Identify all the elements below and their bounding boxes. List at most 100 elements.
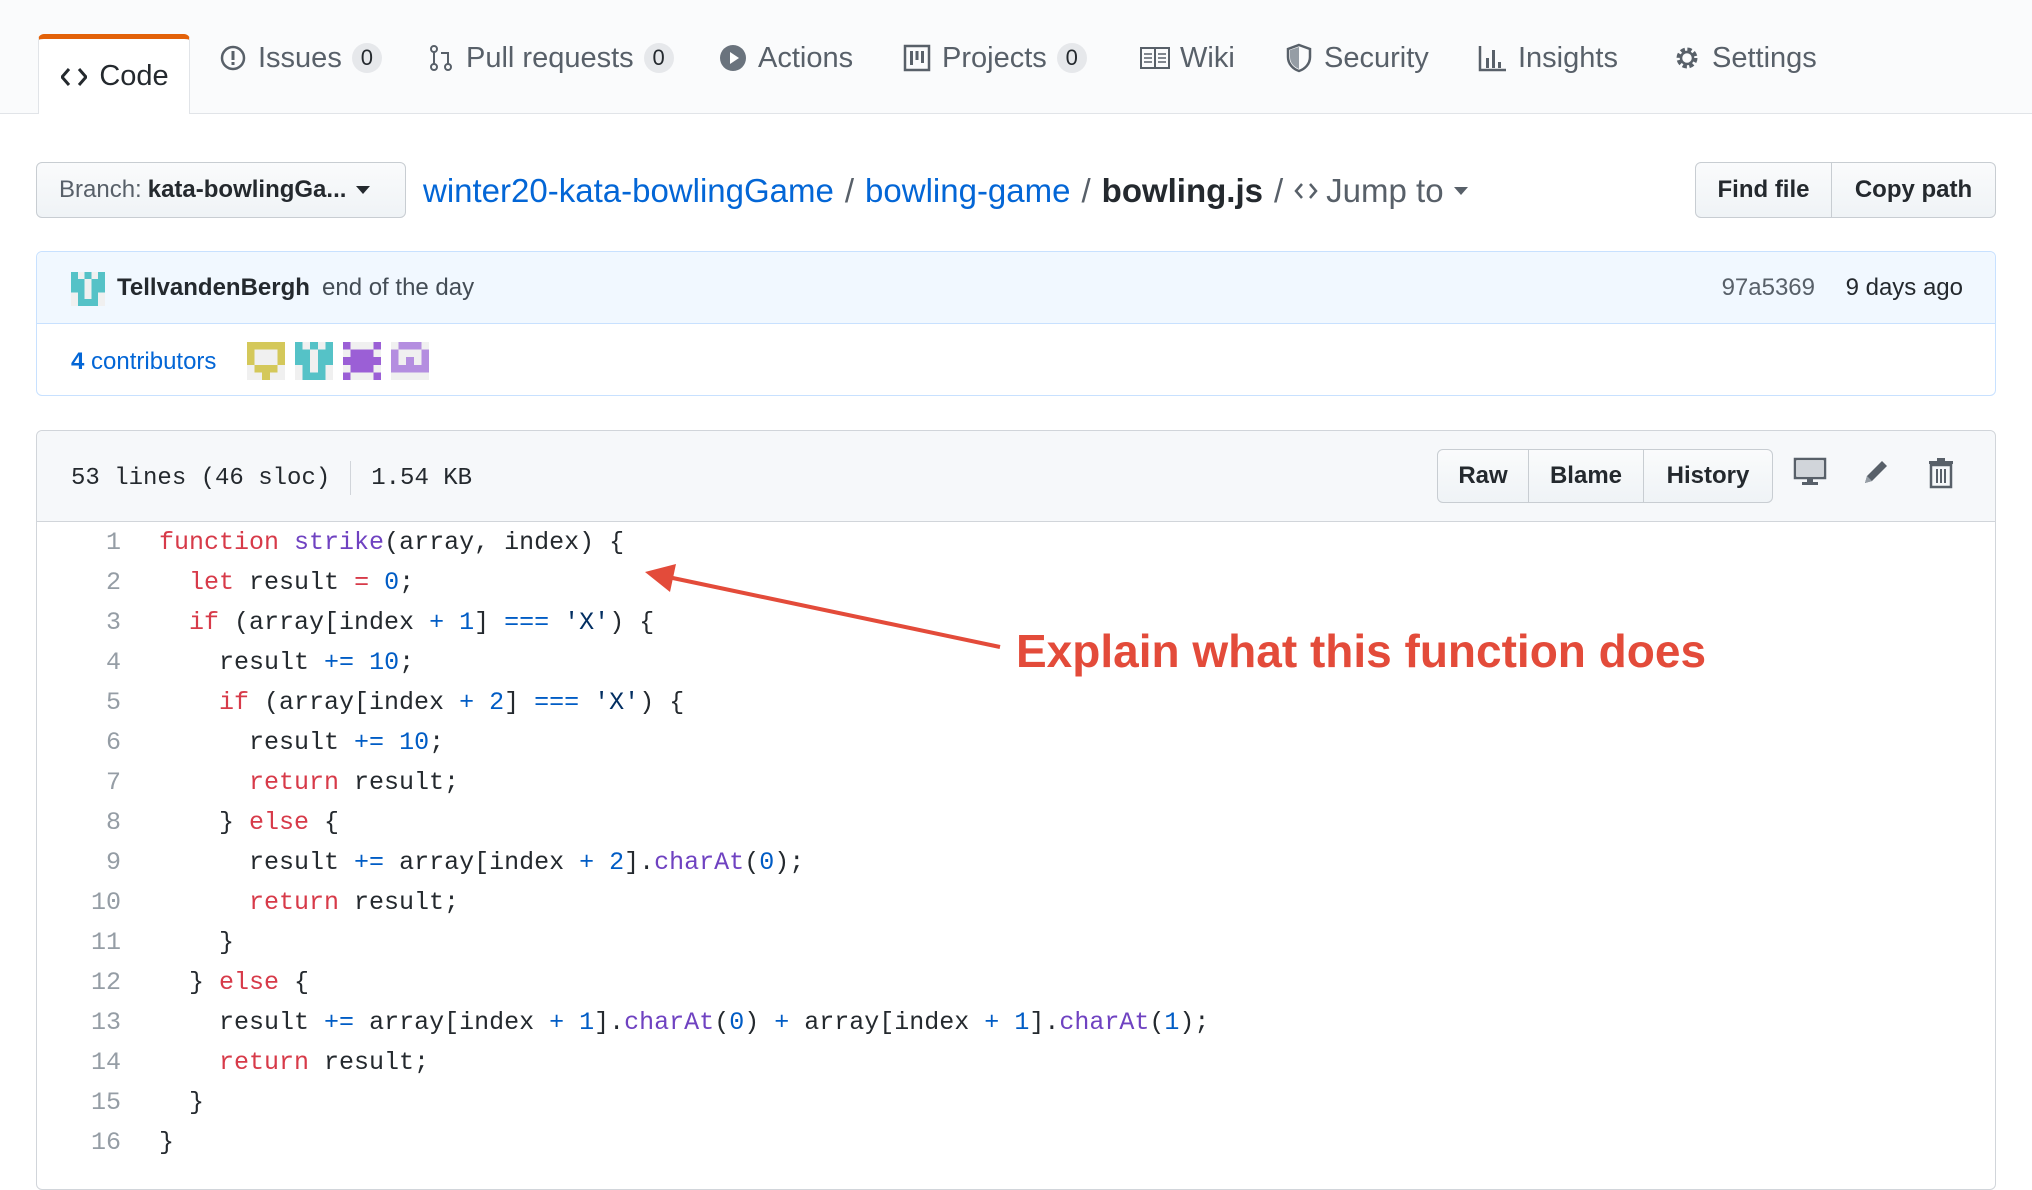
- gear-icon: [1672, 43, 1702, 73]
- commit-sha[interactable]: 97a5369: [1722, 274, 1815, 302]
- desktop-icon[interactable]: [1793, 457, 1827, 492]
- line-number[interactable]: 16: [37, 1128, 121, 1157]
- history-button[interactable]: History: [1644, 449, 1773, 503]
- file-nav-buttons: Find file Copy path: [1695, 162, 1996, 218]
- tab-actions[interactable]: Actions: [718, 38, 853, 78]
- avatar[interactable]: [391, 342, 429, 380]
- line-number[interactable]: 2: [37, 568, 121, 597]
- line-number[interactable]: 7: [37, 768, 121, 797]
- jump-to-menu[interactable]: Jump to: [1294, 172, 1468, 210]
- code-text: result += 10;: [249, 728, 445, 757]
- commit-tease: TellvandenBergh end of the day 97a5369 9…: [36, 251, 1996, 396]
- graph-icon: [1478, 43, 1508, 73]
- copy-path-button[interactable]: Copy path: [1832, 162, 1996, 218]
- tab-pull-requests[interactable]: Pull requests 0: [426, 38, 674, 78]
- contributors-link[interactable]: 4 contributors: [71, 348, 216, 376]
- code-icon: [59, 62, 89, 92]
- code-line: 16}: [37, 1122, 1995, 1162]
- code-line: 10 return result;: [37, 882, 1995, 922]
- raw-button[interactable]: Raw: [1437, 449, 1529, 503]
- line-number[interactable]: 5: [37, 688, 121, 717]
- code-text: if (array[index + 2] === 'X') {: [219, 688, 685, 717]
- issue-icon: [218, 43, 248, 73]
- code-line: 2 let result = 0;: [37, 562, 1995, 602]
- breadcrumb-file-name: bowling.js: [1101, 172, 1263, 209]
- code-icon: [1294, 183, 1318, 199]
- code-text: result += 10;: [219, 648, 415, 677]
- code-text: result += array[index + 1].charAt(0) + a…: [219, 1008, 1210, 1037]
- tab-insights[interactable]: Insights: [1478, 38, 1618, 78]
- tab-label: Actions: [758, 41, 854, 74]
- commit-message[interactable]: end of the day: [322, 274, 474, 302]
- project-icon: [902, 43, 932, 73]
- code-line: 13 result += array[index + 1].charAt(0) …: [37, 1002, 1995, 1042]
- play-icon: [718, 43, 748, 73]
- line-number[interactable]: 3: [37, 608, 121, 637]
- code-text: return result;: [249, 768, 460, 797]
- avatar[interactable]: [247, 342, 285, 380]
- shield-icon: [1284, 43, 1314, 73]
- breadcrumb: winter20-kata-bowlingGame / bowling-game…: [423, 168, 1468, 214]
- breadcrumb-separator: /: [1273, 172, 1284, 209]
- code-line: 9 result += array[index + 2].charAt(0);: [37, 842, 1995, 882]
- file-size: 1.54 KB: [371, 464, 473, 492]
- avatar[interactable]: [295, 342, 333, 380]
- code-text: result += array[index + 2].charAt(0);: [249, 848, 805, 877]
- code-text: } else {: [189, 968, 310, 997]
- breadcrumb-folder-link[interactable]: bowling-game: [865, 172, 1070, 210]
- tab-settings[interactable]: Settings: [1672, 38, 1817, 78]
- trash-icon[interactable]: [1927, 457, 1955, 494]
- code-text: return result;: [219, 1048, 430, 1077]
- blame-button[interactable]: Blame: [1529, 449, 1644, 503]
- tab-projects[interactable]: Projects 0: [902, 38, 1087, 78]
- tab-security[interactable]: Security: [1284, 38, 1429, 78]
- file-header: 53 lines (46 sloc) 1.54 KB Raw Blame His…: [37, 431, 1995, 522]
- pull-request-icon: [426, 43, 456, 73]
- book-icon: [1140, 43, 1170, 73]
- line-number[interactable]: 12: [37, 968, 121, 997]
- avatar[interactable]: [71, 272, 105, 311]
- line-number[interactable]: 8: [37, 808, 121, 837]
- line-number[interactable]: 6: [37, 728, 121, 757]
- branch-name: kata-bowlingGa...: [147, 176, 347, 203]
- breadcrumb-repo-link[interactable]: winter20-kata-bowlingGame: [423, 172, 834, 210]
- contributor-avatars: [247, 342, 429, 380]
- line-number[interactable]: 13: [37, 1008, 121, 1037]
- code-text: }: [189, 1088, 205, 1117]
- pencil-icon[interactable]: [1861, 457, 1891, 492]
- latest-commit: TellvandenBergh end of the day 97a5369 9…: [37, 252, 1995, 324]
- contributors-count: 4: [71, 348, 85, 375]
- tab-wiki[interactable]: Wiki: [1140, 38, 1235, 78]
- avatar[interactable]: [343, 342, 381, 380]
- find-file-button[interactable]: Find file: [1695, 162, 1832, 218]
- code-line: 6 result += 10;: [37, 722, 1995, 762]
- file-info: 53 lines (46 sloc) 1.54 KB: [71, 461, 472, 495]
- tab-label: Security: [1324, 41, 1429, 74]
- line-number[interactable]: 10: [37, 888, 121, 917]
- line-number[interactable]: 4: [37, 648, 121, 677]
- projects-count: 0: [1056, 43, 1087, 73]
- jump-to-label: Jump to: [1326, 172, 1444, 209]
- issues-count: 0: [351, 43, 382, 73]
- code-view: 1 function strike(array, index) { 2 let r…: [37, 522, 1995, 1162]
- branch-selector[interactable]: Branch: kata-bowlingGa...: [36, 162, 406, 218]
- repo-nav: Code Issues 0 Pull requests 0 Actions Pr…: [0, 0, 2032, 114]
- line-number[interactable]: 1: [37, 528, 121, 557]
- file-actions: Raw Blame History: [1437, 449, 1773, 503]
- file-viewer: 53 lines (46 sloc) 1.54 KB Raw Blame His…: [36, 430, 1996, 1190]
- commit-time: 9 days ago: [1845, 274, 1963, 301]
- code-text: if (array[index + 1] === 'X') {: [189, 608, 655, 637]
- tab-label: Code: [99, 60, 169, 92]
- tab-label: Settings: [1712, 41, 1817, 74]
- code-line: 14 return result;: [37, 1042, 1995, 1082]
- code-line: 1 function strike(array, index) {: [37, 522, 1995, 562]
- line-number[interactable]: 15: [37, 1088, 121, 1117]
- tab-label: Issues: [258, 41, 342, 74]
- code-text: return result;: [249, 888, 460, 917]
- tab-code[interactable]: Code: [38, 34, 190, 114]
- line-number[interactable]: 14: [37, 1048, 121, 1077]
- commit-author[interactable]: TellvandenBergh: [117, 274, 310, 302]
- tab-issues[interactable]: Issues 0: [218, 38, 382, 78]
- line-number[interactable]: 9: [37, 848, 121, 877]
- line-number[interactable]: 11: [37, 928, 121, 957]
